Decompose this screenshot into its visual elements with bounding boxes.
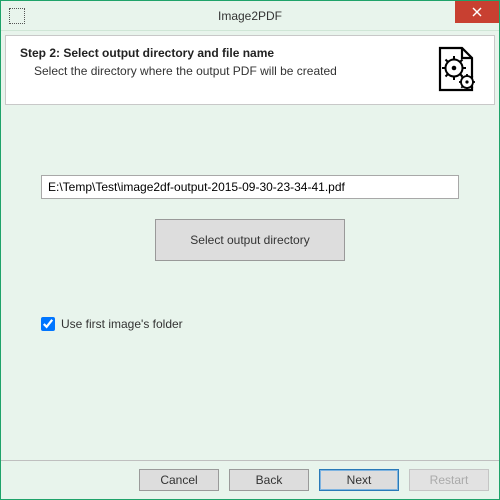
use-first-folder-checkbox[interactable] <box>41 317 55 331</box>
step-description: Select the directory where the output PD… <box>34 64 432 78</box>
page-gear-icon <box>432 46 480 94</box>
header-text: Step 2: Select output directory and file… <box>20 46 432 78</box>
close-icon <box>472 7 482 17</box>
wizard-content: Select output directory Use first image'… <box>1 105 499 460</box>
wizard-header: Step 2: Select output directory and file… <box>5 35 495 105</box>
use-first-folder-row: Use first image's folder <box>41 317 459 331</box>
window-title: Image2PDF <box>1 9 499 23</box>
close-button[interactable] <box>455 1 499 23</box>
use-first-folder-label[interactable]: Use first image's folder <box>61 317 183 331</box>
app-window: Image2PDF Step 2: Select output director… <box>0 0 500 500</box>
titlebar: Image2PDF <box>1 1 499 31</box>
back-button[interactable]: Back <box>229 469 309 491</box>
next-button[interactable]: Next <box>319 469 399 491</box>
cancel-button[interactable]: Cancel <box>139 469 219 491</box>
wizard-footer: Cancel Back Next Restart <box>1 460 499 499</box>
output-path-input[interactable] <box>41 175 459 199</box>
select-output-directory-button[interactable]: Select output directory <box>155 219 345 261</box>
restart-button[interactable]: Restart <box>409 469 489 491</box>
step-title: Step 2: Select output directory and file… <box>20 46 432 60</box>
